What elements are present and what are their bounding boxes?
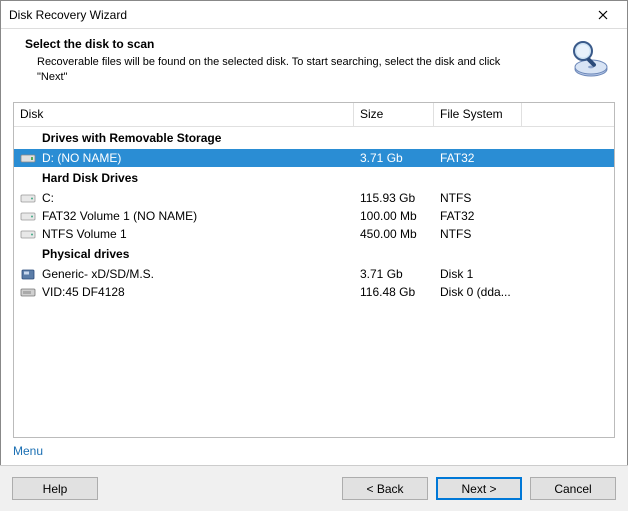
- table-row[interactable]: FAT32 Volume 1 (NO NAME) 100.00 Mb FAT32: [14, 207, 614, 225]
- page-title: Select the disk to scan: [25, 37, 569, 51]
- table-row[interactable]: C: 115.93 Gb NTFS: [14, 189, 614, 207]
- disk-name: VID:45 DF4128: [42, 285, 125, 299]
- disk-name: FAT32 Volume 1 (NO NAME): [42, 209, 197, 223]
- help-button[interactable]: Help: [12, 477, 98, 500]
- disk-filesystem: FAT32: [434, 149, 522, 167]
- removable-drive-icon: [20, 152, 36, 164]
- footer: Help < Back Next > Cancel: [0, 465, 628, 511]
- table-row[interactable]: VID:45 DF4128 116.48 Gb Disk 0 (dda...: [14, 283, 614, 301]
- hdd-icon: [20, 210, 36, 222]
- disk-size: 3.71 Gb: [354, 149, 434, 167]
- group-hdd: Hard Disk Drives: [14, 167, 614, 189]
- disk-size: 3.71 Gb: [354, 265, 434, 283]
- window-title: Disk Recovery Wizard: [9, 8, 127, 22]
- list-body[interactable]: Drives with Removable Storage D: (NO NAM…: [14, 127, 614, 438]
- disk-filesystem: Disk 0 (dda...: [434, 283, 522, 301]
- list-header: Disk Size File System: [14, 103, 614, 127]
- hdd-icon: [20, 192, 36, 204]
- col-header-filesystem[interactable]: File System: [434, 103, 522, 126]
- disk-filesystem: Disk 1: [434, 265, 522, 283]
- close-button[interactable]: [583, 2, 623, 28]
- disk-size: 100.00 Mb: [354, 207, 434, 225]
- menu-link[interactable]: Menu: [1, 438, 55, 458]
- disk-filesystem: NTFS: [434, 189, 522, 207]
- disk-name: Generic- xD/SD/M.S.: [42, 267, 154, 281]
- table-row[interactable]: Generic- xD/SD/M.S. 3.71 Gb Disk 1: [14, 265, 614, 283]
- disk-size: 115.93 Gb: [354, 189, 434, 207]
- disk-filesystem: FAT32: [434, 207, 522, 225]
- disk-list-panel: Disk Size File System Drives with Remova…: [13, 102, 615, 438]
- page-subtitle: Recoverable files will be found on the s…: [25, 55, 505, 86]
- back-button[interactable]: < Back: [342, 477, 428, 500]
- table-row[interactable]: NTFS Volume 1 450.00 Mb NTFS: [14, 225, 614, 243]
- card-reader-icon: [20, 268, 36, 280]
- table-row[interactable]: D: (NO NAME) 3.71 Gb FAT32: [14, 149, 614, 167]
- disk-filesystem: NTFS: [434, 225, 522, 243]
- wizard-header: Select the disk to scan Recoverable file…: [1, 29, 627, 96]
- disk-size: 450.00 Mb: [354, 225, 434, 243]
- col-header-disk[interactable]: Disk: [14, 103, 354, 126]
- group-physical: Physical drives: [14, 243, 614, 265]
- group-removable: Drives with Removable Storage: [14, 127, 614, 149]
- physical-disk-icon: [20, 286, 36, 298]
- disk-name: NTFS Volume 1: [42, 227, 127, 241]
- hdd-icon: [20, 228, 36, 240]
- next-button[interactable]: Next >: [436, 477, 522, 500]
- titlebar: Disk Recovery Wizard: [1, 1, 627, 29]
- close-icon: [598, 10, 608, 20]
- disk-name: C:: [42, 191, 54, 205]
- col-header-size[interactable]: Size: [354, 103, 434, 126]
- disk-size: 116.48 Gb: [354, 283, 434, 301]
- magnifier-disk-icon: [569, 37, 611, 79]
- cancel-button[interactable]: Cancel: [530, 477, 616, 500]
- disk-name: D: (NO NAME): [42, 151, 121, 165]
